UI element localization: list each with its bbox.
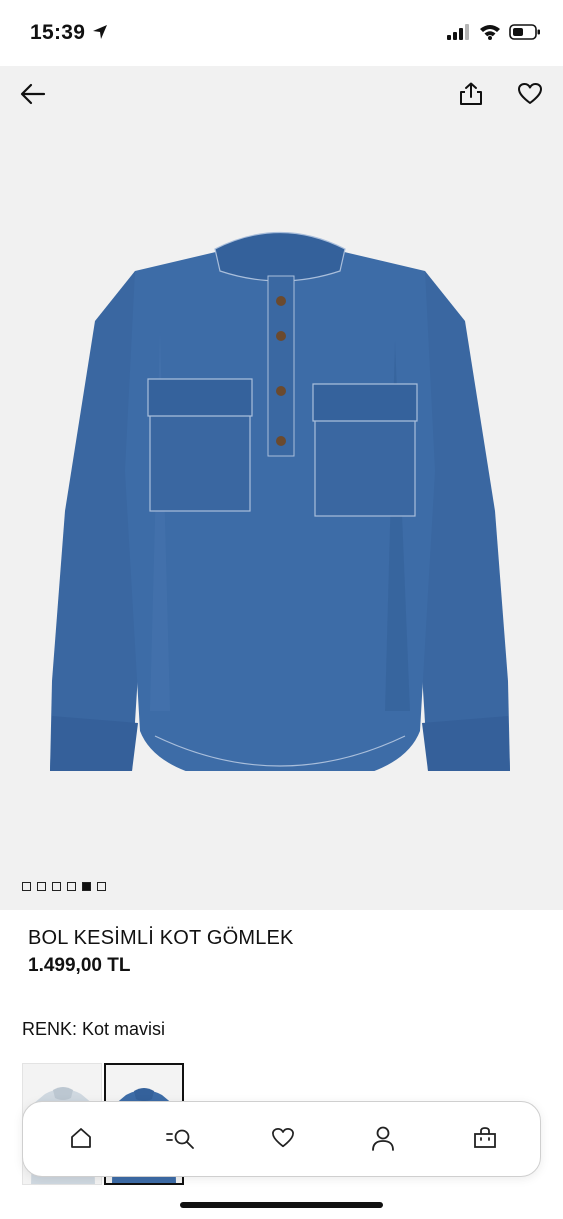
status-indicators [447,24,541,45]
nav-favorites[interactable] [268,1125,298,1155]
pager-dot-active[interactable] [82,882,91,891]
status-bar: 15:39 [0,0,563,66]
pager-dot[interactable] [37,882,46,891]
status-time: 15:39 [30,21,86,44]
nav-search[interactable] [166,1125,196,1155]
location-arrow-icon [92,24,108,45]
shopping-bag-icon [473,1126,497,1155]
image-pager [22,882,106,891]
product-title: BOL KESİMLİ KOT GÖMLEK [28,927,294,949]
home-icon [69,1126,93,1155]
product-price: 1.499,00 TL [28,955,131,976]
pager-dot[interactable] [97,882,106,891]
nav-account[interactable] [368,1125,398,1155]
favorite-button[interactable] [515,81,545,111]
signal-icon [447,24,471,45]
heart-icon [271,1127,295,1154]
arrow-left-icon [20,83,46,110]
battery-icon [509,24,541,45]
nav-cart[interactable] [470,1125,500,1155]
color-label: RENK: Kot mavisi [22,1019,166,1039]
pager-dot[interactable] [22,882,31,891]
product-photo [50,231,510,771]
user-icon [371,1125,395,1156]
share-button[interactable] [456,81,486,111]
pager-dot[interactable] [52,882,61,891]
nav-home[interactable] [66,1125,96,1155]
home-indicator[interactable] [180,1202,383,1208]
heart-icon [517,82,543,111]
pager-dot[interactable] [67,882,76,891]
product-image-gallery[interactable] [0,66,563,910]
wifi-icon [479,24,501,45]
share-icon [458,82,484,111]
search-filter-icon [165,1126,197,1155]
back-button[interactable] [18,81,48,111]
bottom-navigation [22,1101,541,1177]
